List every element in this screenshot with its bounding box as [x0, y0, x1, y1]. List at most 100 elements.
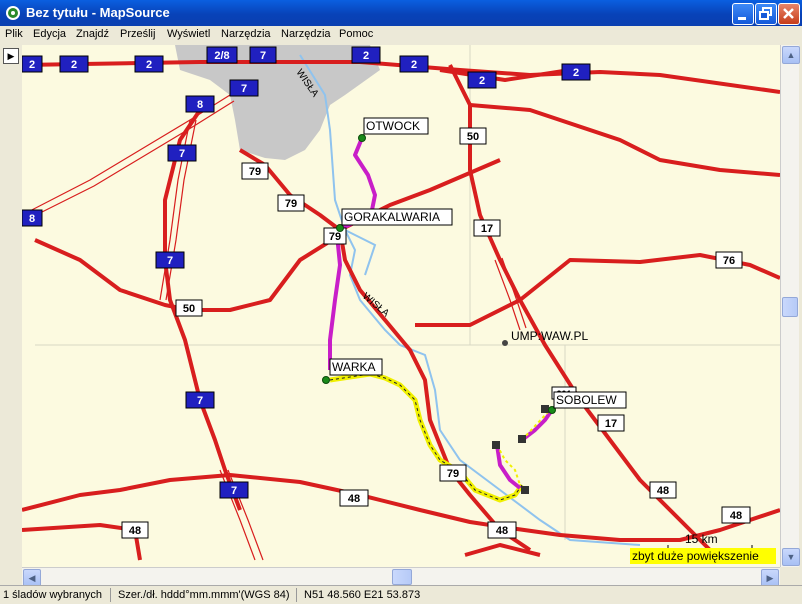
shield-blue: 8	[22, 209, 43, 227]
svg-text:7: 7	[231, 485, 237, 497]
menu-przeslij[interactable]: Prześlij	[120, 28, 155, 40]
map-canvas[interactable]: 2 2 2 2/8 7 2 2 2 2 7 8 7 8 7 7 7 50 79 …	[22, 45, 780, 567]
menu-pomoc[interactable]: Pomoc	[339, 28, 373, 40]
svg-text:SOBOLEW: SOBOLEW	[556, 393, 617, 407]
shield-blue: 7	[167, 144, 197, 162]
map-panel: ▶ 2 2 2 2/8 7 2 2 2 2 7 8 7 8 7 7 7 50 7…	[0, 45, 802, 587]
shield-white: 79	[277, 194, 305, 212]
horizontal-scroll-thumb[interactable]	[392, 569, 412, 585]
svg-text:2: 2	[573, 67, 579, 79]
window-title: Bez tytułu - MapSource	[26, 5, 170, 20]
shield-white: 17	[597, 414, 625, 432]
menu-plik[interactable]: Plik	[5, 28, 23, 40]
left-gutter: ▶	[0, 45, 23, 585]
shield-blue: 7	[219, 481, 249, 499]
close-button[interactable]	[778, 3, 800, 25]
svg-text:8: 8	[197, 99, 203, 111]
scroll-down-button[interactable]: ▼	[782, 548, 800, 566]
svg-text:15 km: 15 km	[685, 532, 718, 546]
svg-text:48: 48	[657, 485, 669, 497]
svg-text:7: 7	[167, 255, 173, 267]
shield-blue: 7	[185, 391, 215, 409]
horizontal-scrollbar[interactable]: ◀ ▶	[22, 567, 780, 587]
shield-blue: 2	[22, 55, 43, 73]
svg-text:7: 7	[260, 50, 266, 62]
svg-text:79: 79	[285, 198, 297, 210]
svg-text:79: 79	[249, 166, 261, 178]
menu-wyswietl[interactable]: Wyświetl	[167, 28, 210, 40]
status-bar: 1 śladów wybranych Szer./dł. hddd°mm.mmm…	[0, 585, 802, 604]
menu-narzedzia-2[interactable]: Narzędzia	[281, 28, 331, 40]
shield-blue: 7	[249, 46, 277, 64]
menu-znajdz[interactable]: Znajdź	[76, 28, 109, 40]
svg-text:2: 2	[29, 59, 35, 71]
svg-text:7: 7	[241, 83, 247, 95]
minimize-button[interactable]	[732, 3, 754, 25]
maximize-button[interactable]	[755, 3, 777, 25]
shield-white: 48	[649, 481, 677, 499]
shield-white: 50	[459, 127, 487, 145]
svg-text:7: 7	[179, 148, 185, 160]
svg-text:2: 2	[71, 59, 77, 71]
svg-text:2/8: 2/8	[214, 50, 229, 62]
svg-text:79: 79	[329, 231, 341, 243]
svg-text:2: 2	[479, 75, 485, 87]
svg-text:76: 76	[723, 255, 735, 267]
mapsource-app-icon[interactable]	[5, 5, 21, 21]
menu-narzedzia-1[interactable]: Narzędzia	[221, 28, 271, 40]
status-selection: 1 śladów wybranych	[3, 589, 103, 601]
svg-text:50: 50	[467, 131, 479, 143]
minimize-icon	[738, 17, 746, 20]
svg-text:OTWOCK: OTWOCK	[366, 119, 420, 133]
svg-text:79: 79	[447, 468, 459, 480]
close-icon	[783, 8, 794, 19]
shield-white: 79	[241, 162, 269, 180]
svg-text:48: 48	[496, 525, 508, 537]
shield-white: 48	[339, 489, 369, 507]
svg-text:UMP:WAW.PL: UMP:WAW.PL	[511, 329, 588, 343]
shield-white: 48	[487, 521, 517, 539]
shield-blue: 2	[467, 71, 497, 89]
svg-text:GORAKALWARIA: GORAKALWARIA	[344, 210, 440, 224]
shield-blue: 8	[185, 95, 215, 113]
shield-blue: 2	[399, 55, 429, 73]
svg-text:2: 2	[146, 59, 152, 71]
status-separator	[110, 588, 111, 602]
restore-icon	[759, 7, 772, 20]
status-separator	[296, 588, 297, 602]
shield-white: 17	[473, 219, 501, 237]
shield-blue: 2	[351, 46, 381, 64]
shield-blue: 2	[561, 63, 591, 81]
shield-blue: 7	[155, 251, 185, 269]
shield-blue: 2	[59, 55, 89, 73]
svg-text:50: 50	[183, 303, 195, 315]
expand-panel-button[interactable]: ▶	[3, 48, 19, 64]
title-bar: Bez tytułu - MapSource	[0, 0, 802, 26]
shield-white: 48	[721, 506, 751, 524]
ump-point-marker[interactable]	[502, 340, 508, 346]
svg-text:2: 2	[363, 50, 369, 62]
svg-text:48: 48	[348, 493, 360, 505]
menu-edycja[interactable]: Edycja	[33, 28, 66, 40]
shield-blue: 7	[229, 79, 259, 97]
shield-white: 79	[439, 464, 467, 482]
shield-white: 76	[715, 251, 743, 269]
svg-text:7: 7	[197, 395, 203, 407]
vertical-scrollbar[interactable]: ▲ ▼	[780, 45, 800, 567]
svg-text:17: 17	[481, 223, 493, 235]
svg-text:17: 17	[605, 418, 617, 430]
menu-bar: Plik Edycja Znajdź Prześlij Wyświetl Nar…	[0, 26, 802, 45]
status-coordinates: N51 48.560 E21 53.873	[304, 589, 421, 601]
svg-text:48: 48	[129, 525, 141, 537]
svg-text:WARKA: WARKA	[332, 360, 376, 374]
svg-text:8: 8	[29, 213, 35, 225]
vertical-scroll-thumb[interactable]	[782, 297, 798, 317]
shield-white: 50	[175, 299, 203, 317]
svg-text:48: 48	[730, 510, 742, 522]
status-format: Szer./dł. hddd°mm.mmm'(WGS 84)	[118, 589, 290, 601]
shield-blue: 2	[134, 55, 164, 73]
zoom-warning: zbyt duże powiększenie	[630, 548, 776, 564]
svg-text:2: 2	[411, 59, 417, 71]
scroll-up-button[interactable]: ▲	[782, 46, 800, 64]
shield-blue: 2/8	[206, 46, 238, 64]
